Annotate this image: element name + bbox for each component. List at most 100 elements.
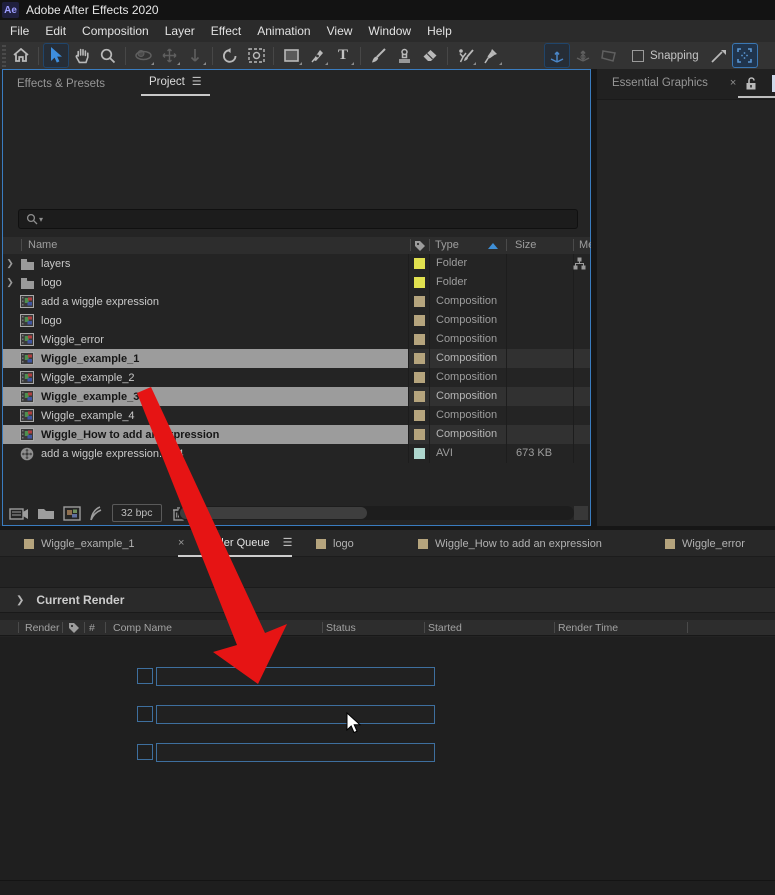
item-name-cell[interactable]: add a wiggle expression.mp4 bbox=[3, 444, 408, 463]
view-axis-mode-button[interactable] bbox=[597, 44, 621, 67]
menu-layer[interactable]: Layer bbox=[157, 20, 203, 42]
rq-column--[interactable]: # bbox=[89, 622, 95, 634]
clone-stamp-button[interactable] bbox=[392, 44, 416, 67]
type-tool-button[interactable]: T bbox=[331, 44, 355, 67]
item-name-cell[interactable]: Wiggle_example_2 bbox=[3, 368, 408, 387]
label-color-chip[interactable] bbox=[414, 448, 425, 459]
project-row[interactable]: ❯ logo Folder bbox=[3, 273, 590, 292]
column-size[interactable]: Size bbox=[515, 239, 536, 251]
column-name[interactable]: Name bbox=[28, 239, 57, 251]
hierarchy-icon-wrap[interactable] bbox=[573, 257, 586, 273]
item-name-cell[interactable]: ❯ logo bbox=[3, 273, 408, 292]
project-row[interactable]: Wiggle_How to add an expression Compositi… bbox=[3, 425, 590, 444]
render-item-field[interactable] bbox=[156, 705, 435, 724]
label-color-chip[interactable] bbox=[414, 429, 425, 440]
zoom-tool-button[interactable] bbox=[96, 44, 120, 67]
world-axis-mode-button[interactable] bbox=[571, 44, 595, 67]
menu-window[interactable]: Window bbox=[360, 20, 419, 42]
new-folder-button[interactable] bbox=[37, 506, 55, 520]
menu-file[interactable]: File bbox=[2, 20, 37, 42]
render-item-field[interactable] bbox=[156, 667, 435, 686]
label-color-chip[interactable] bbox=[414, 277, 425, 288]
label-color-chip[interactable] bbox=[414, 334, 425, 345]
item-name-cell[interactable]: Wiggle_error bbox=[3, 330, 408, 349]
project-row[interactable]: Wiggle_example_3 Composition bbox=[3, 387, 590, 406]
new-composition-button[interactable] bbox=[63, 505, 81, 521]
pan-camera-button[interactable] bbox=[157, 44, 181, 67]
roto-brush-button[interactable] bbox=[453, 44, 477, 67]
expand-arrow-icon[interactable]: ❯ bbox=[3, 277, 17, 288]
search-input[interactable] bbox=[43, 210, 577, 228]
tab-effects-and-presets[interactable]: Effects & Presets bbox=[9, 73, 113, 96]
tab-project[interactable]: Project ☰ bbox=[141, 70, 210, 96]
close-icon[interactable]: × bbox=[178, 537, 184, 549]
selection-tool-button[interactable] bbox=[43, 43, 69, 68]
bottom-tab-logo[interactable]: logo bbox=[316, 530, 354, 557]
project-row[interactable]: ❯ layers Folder bbox=[3, 254, 590, 273]
bit-depth-button[interactable]: 32 bpc bbox=[112, 504, 162, 522]
render-item-checkbox[interactable] bbox=[137, 706, 153, 722]
item-name-cell[interactable]: ❯ layers bbox=[3, 254, 408, 273]
expand-chevron-icon[interactable]: ❯ bbox=[16, 595, 24, 606]
snapping-checkbox[interactable] bbox=[632, 49, 644, 62]
render-item-checkbox[interactable] bbox=[137, 744, 153, 760]
lock-icon[interactable] bbox=[745, 76, 757, 90]
rq-column-comp-name[interactable]: Comp Name bbox=[113, 622, 172, 634]
close-icon[interactable]: × bbox=[730, 77, 736, 89]
menu-composition[interactable]: Composition bbox=[74, 20, 157, 42]
label-color-chip[interactable] bbox=[414, 258, 425, 269]
project-row[interactable]: Wiggle_error Composition bbox=[3, 330, 590, 349]
camera-roi-button[interactable] bbox=[244, 44, 268, 67]
column-type[interactable]: Type bbox=[435, 239, 459, 251]
horizontal-scrollbar[interactable] bbox=[178, 506, 574, 520]
project-row[interactable]: logo Composition bbox=[3, 311, 590, 330]
rotation-tool-button[interactable] bbox=[218, 44, 242, 67]
bottom-tab-wiggle-error[interactable]: Wiggle_error bbox=[665, 530, 745, 557]
render-item-checkbox[interactable] bbox=[137, 668, 153, 684]
sort-ascending-icon[interactable] bbox=[488, 243, 498, 249]
item-name-cell[interactable]: Wiggle_How to add an expression bbox=[3, 425, 408, 444]
menu-edit[interactable]: Edit bbox=[37, 20, 74, 42]
project-row[interactable]: Wiggle_example_1 Composition bbox=[3, 349, 590, 368]
rq-column-started[interactable]: Started bbox=[428, 622, 462, 634]
item-name-cell[interactable]: Wiggle_example_4 bbox=[3, 406, 408, 425]
toolbar-grip[interactable] bbox=[1, 44, 8, 67]
item-name-cell[interactable]: add a wiggle expression bbox=[3, 292, 408, 311]
project-row[interactable]: add a wiggle expression.mp4 AVI 673 KB bbox=[3, 444, 590, 463]
label-color-chip[interactable] bbox=[414, 296, 425, 307]
eraser-tool-button[interactable] bbox=[418, 44, 442, 67]
label-color-chip[interactable] bbox=[414, 353, 425, 364]
panel-divider-vertical[interactable] bbox=[591, 69, 597, 526]
item-name-cell[interactable]: Wiggle_example_3 bbox=[3, 387, 408, 406]
brush-tool-button[interactable] bbox=[366, 44, 390, 67]
item-name-cell[interactable]: Wiggle_example_1 bbox=[3, 349, 408, 368]
project-row[interactable]: add a wiggle expression Composition bbox=[3, 292, 590, 311]
hand-tool-button[interactable] bbox=[70, 44, 94, 67]
puppet-pin-button[interactable] bbox=[479, 44, 503, 67]
bottom-tab-wiggle-example-1[interactable]: Wiggle_example_1 bbox=[24, 530, 135, 557]
panel-menu-icon[interactable]: ☰ bbox=[192, 75, 202, 88]
rectangle-tool-button[interactable] bbox=[279, 44, 303, 67]
menu-animation[interactable]: Animation bbox=[249, 20, 318, 42]
panel-menu-icon[interactable]: ☰ bbox=[283, 536, 293, 549]
label-color-chip[interactable] bbox=[414, 372, 425, 383]
bottom-tab-wiggle-how-to-add-an-expression[interactable]: Wiggle_How to add an expression bbox=[418, 530, 602, 557]
rq-column-status[interactable]: Status bbox=[326, 622, 356, 634]
render-item-field[interactable] bbox=[156, 743, 435, 762]
interpret-footage-button[interactable] bbox=[9, 506, 29, 520]
rq-column-render-time[interactable]: Render Time bbox=[558, 622, 618, 634]
menu-view[interactable]: View bbox=[319, 20, 361, 42]
local-axis-mode-button[interactable] bbox=[544, 43, 570, 68]
pen-tool-button[interactable] bbox=[305, 44, 329, 67]
project-row[interactable]: Wiggle_example_4 Composition bbox=[3, 406, 590, 425]
label-column-tag-icon[interactable] bbox=[414, 240, 426, 252]
expand-arrow-icon[interactable]: ❯ bbox=[3, 258, 17, 269]
current-render-bar[interactable]: ❯ Current Render bbox=[0, 587, 775, 613]
horizontal-scrollbar-thumb[interactable] bbox=[180, 507, 367, 519]
home-button[interactable] bbox=[9, 44, 33, 67]
project-flowchart-button[interactable] bbox=[89, 505, 102, 521]
label-color-chip[interactable] bbox=[414, 391, 425, 402]
rq-column-render[interactable]: Render bbox=[25, 622, 59, 634]
project-row[interactable]: Wiggle_example_2 Composition bbox=[3, 368, 590, 387]
search-box[interactable]: ▾ bbox=[18, 209, 578, 229]
